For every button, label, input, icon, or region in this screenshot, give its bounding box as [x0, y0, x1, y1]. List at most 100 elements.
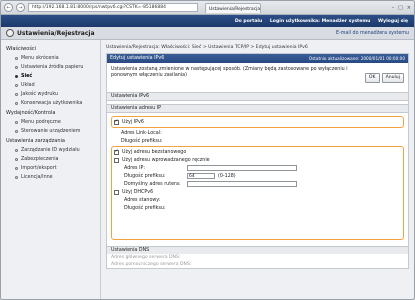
use-ipv6-row[interactable]: ✓ Użyj IPv6	[114, 118, 401, 126]
home-icon[interactable]	[6, 29, 14, 37]
forward-button[interactable]: →	[16, 3, 25, 12]
prefix-length-label: Długość prefiksu:	[121, 138, 163, 144]
ip-address-input[interactable]	[187, 165, 297, 171]
ok-button[interactable]: OK	[364, 73, 380, 83]
prefix-length-row: Długość prefiksu:	[111, 137, 404, 145]
sidebar-item-layout[interactable]: Układ	[1, 81, 100, 90]
bullet-icon	[15, 167, 18, 170]
sidebar: Właściwości Menu skrócenia Ustawienia źr…	[1, 40, 101, 299]
cancel-button[interactable]: Anuluj	[381, 73, 404, 83]
sidebar-item-label: Ustawienia źródła papieru	[21, 65, 84, 70]
manual-row[interactable]: Użyj adresu wprowadzanego ręcznie	[114, 156, 401, 164]
breadcrumb: Ustawienia/Rejestracja: Właściwości: Sie…	[106, 45, 308, 50]
prefix-length-input[interactable]: 64	[187, 173, 215, 179]
bullet-icon	[15, 66, 18, 69]
browser-window: ← → http://192.168.1.81:8000/rps/nwtpv6.…	[0, 0, 415, 300]
notice-area: Ustawienia zostaną zmienione w następują…	[107, 63, 408, 89]
dns-secondary-label: Adres pomocniczego serwera DNS:	[111, 262, 192, 267]
bullet-icon	[15, 57, 18, 60]
dhcpv6-checkbox[interactable]	[114, 189, 119, 195]
bullet-icon	[15, 121, 18, 124]
bullet-icon	[15, 130, 18, 133]
user-login-text: Login użytkownika: Menadżer systemu	[269, 18, 371, 24]
section-address-title: Ustawienia adresu IP	[107, 104, 408, 113]
sidebar-item-license[interactable]: Licencja/Inne	[1, 173, 100, 182]
sidebar-group-management: Ustawienia zarządzania	[6, 138, 65, 144]
ipv6-settings-panel: Edytuj ustawienia IPv6 Ostatnio aktualiz…	[106, 53, 409, 269]
browser-tab[interactable]: Ustawienia/Rejestracja ×	[205, 2, 261, 13]
forward-arrow-icon: →	[18, 4, 23, 11]
manual-label: Użyj adresu wprowadzanego ręcznie	[122, 157, 210, 163]
sidebar-item-label: Menu podręczne	[21, 120, 61, 125]
back-button[interactable]: ←	[4, 3, 13, 12]
section-dns-title: Ustawienia DNS	[107, 246, 408, 254]
bullet-icon	[15, 158, 18, 161]
bullet-icon	[15, 93, 18, 96]
stateless-row[interactable]: ✓ Użyj adresu bezstanowego	[114, 148, 401, 156]
stateful-prefix-row: Długość prefiksu:	[114, 204, 401, 212]
sidebar-item-label: Menu skrócenia	[21, 56, 59, 61]
minimize-icon[interactable]: –	[392, 5, 395, 11]
maximize-icon[interactable]: □	[398, 5, 403, 11]
bullet-icon	[15, 75, 18, 78]
stateful-prefix-label: Długość prefiksu:	[124, 205, 166, 211]
bullet-icon	[15, 176, 18, 179]
default-router-input[interactable]	[187, 181, 297, 187]
use-ipv6-checkbox[interactable]: ✓	[114, 119, 119, 125]
ip-address-row: Adres IP:	[114, 164, 401, 172]
manual-prefix-label: Długość prefiksu:	[124, 173, 166, 179]
sidebar-item-label: Import/eksport	[21, 166, 57, 171]
panel-title: Edytuj ustawienia IPv6	[110, 56, 165, 61]
address-bar[interactable]: http://192.168.1.81:8000/rps/nwtpv6.cgi?…	[28, 3, 198, 12]
stateless-label: Użyj adresu bezstanowego	[122, 149, 187, 155]
sidebar-item-label: Licencja/Inne	[21, 175, 53, 180]
manual-prefix-row: Długość prefiksu: 64 (0-128)	[114, 172, 401, 180]
main-content: Ustawienia/Rejestracja: Właściwości: Sie…	[101, 40, 414, 299]
sidebar-group-performance: Wydajność/Kontrola	[6, 110, 56, 116]
logout-link[interactable]: Wyloguj się	[378, 19, 408, 24]
close-window-icon[interactable]: ×	[407, 5, 411, 11]
stateless-checkbox[interactable]: ✓	[114, 149, 119, 155]
sidebar-item-network[interactable]: Sieć	[1, 72, 100, 81]
last-updated: Ostatnio aktualizowane: 2000/01/01 00:00…	[308, 56, 405, 61]
sidebar-item-shortcut-menu[interactable]: Menu skrócenia	[1, 54, 100, 63]
sidebar-item-device-control[interactable]: Sterowanie urządzeniem	[1, 127, 100, 136]
stateful-row: Adres stanowy:	[114, 196, 401, 204]
use-ipv6-label: Użyj IPv6	[122, 119, 144, 125]
sidebar-item-print-quality[interactable]: Jakość wydruku	[1, 90, 100, 99]
default-router-label: Domyślny adres rutera:	[124, 181, 181, 187]
sidebar-item-dept-id[interactable]: Zarządzanie ID wydziału	[1, 146, 100, 155]
sidebar-item-label: Konserwacja użytkownika	[21, 101, 83, 106]
portal-link[interactable]: Do portalu	[235, 19, 262, 24]
email-admin-link[interactable]: E-mail do menadżera systemu	[336, 31, 409, 36]
dhcpv6-label: Użyj DHCPv6	[122, 189, 154, 195]
default-router-row: Domyślny adres rutera:	[114, 180, 401, 188]
sidebar-item-security[interactable]: Zabezpieczenia	[1, 155, 100, 164]
sidebar-item-user-maintenance[interactable]: Konserwacja użytkownika	[1, 99, 100, 108]
sidebar-item-import-export[interactable]: Import/eksport	[1, 164, 100, 173]
sidebar-item-paper-source[interactable]: Ustawienia źródła papieru	[1, 63, 100, 72]
dhcpv6-row[interactable]: Użyj DHCPv6	[114, 188, 401, 196]
section-ipv6-title: Ustawienia IPv6	[107, 92, 408, 101]
sidebar-item-label: Sieć	[21, 74, 33, 79]
sidebar-item-label: Jakość wydruku	[21, 92, 59, 97]
sidebar-item-label: Zarządzanie ID wydziału	[21, 148, 80, 153]
link-local-row: Adres Link-Local:	[111, 129, 404, 137]
page-title: Ustawienia/Rejestracja	[17, 29, 95, 37]
tab-title: Ustawienia/Rejestracja	[209, 6, 261, 12]
sidebar-item-label: Układ	[21, 83, 35, 88]
bullet-icon	[15, 84, 18, 87]
top-navigation-bar: Do portalu Login użytkownika: Menadżer s…	[1, 15, 414, 27]
dns-primary-label: Adres głównego serwera DNS:	[111, 255, 181, 260]
use-ipv6-highlight: ✓ Użyj IPv6	[111, 116, 404, 128]
back-arrow-icon: ←	[6, 4, 11, 11]
window-controls: – □ ×	[392, 5, 411, 11]
sidebar-item-label: Zabezpieczenia	[21, 157, 59, 162]
notice-text: Ustawienia zostaną zmienione w następują…	[111, 67, 348, 78]
stateful-label: Adres stanowy:	[124, 197, 161, 203]
ip-address-label: Adres IP:	[124, 165, 146, 171]
browser-toolbar: ← → http://192.168.1.81:8000/rps/nwtpv6.…	[1, 1, 414, 15]
sidebar-item-handy-menu[interactable]: Menu podręczne	[1, 118, 100, 127]
panel-header: Edytuj ustawienia IPv6 Ostatnio aktualiz…	[107, 54, 408, 63]
manual-checkbox[interactable]	[114, 157, 119, 163]
